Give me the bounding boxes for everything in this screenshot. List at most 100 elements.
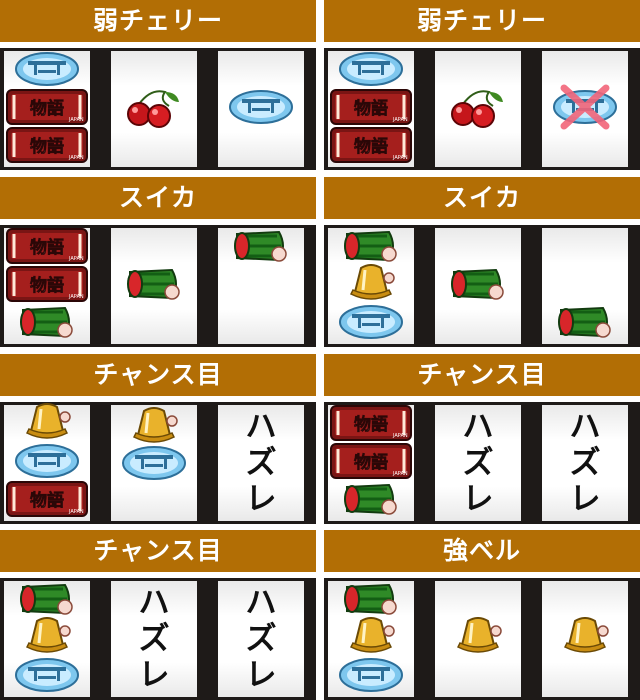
bell-icon <box>450 617 506 661</box>
reel-center <box>111 228 197 344</box>
panel-chance-1: チャンス目 物語 JAPAN ハズレ <box>0 354 316 524</box>
panel-title: チャンス目 <box>0 354 316 396</box>
taiko-icon <box>121 445 187 485</box>
watermelon-icon <box>233 226 289 270</box>
hazure-text: ハズレ <box>138 585 170 693</box>
svg-text:JAPAN: JAPAN <box>392 155 408 161</box>
watermelon-icon <box>126 264 182 308</box>
svg-text:JAPAN: JAPAN <box>392 471 408 477</box>
bell-icon <box>557 617 613 661</box>
panel-weak-cherry-2: 弱チェリー 物語 JAPAN 物語 JAPAN <box>324 0 640 170</box>
reel-center <box>111 405 197 521</box>
svg-text:物語: 物語 <box>30 136 64 157</box>
svg-text:JAPAN: JAPAN <box>392 433 408 439</box>
reel-right <box>542 228 628 344</box>
reel-center <box>111 51 197 167</box>
panel-strong-bell: 強ベル <box>324 530 640 700</box>
logo-icon: 物語 JAPAN <box>6 228 88 268</box>
reel-right: ハズレ <box>218 581 304 697</box>
logo-icon: 物語 JAPAN <box>330 405 412 445</box>
panel-chance-2: チャンス目 物語 JAPAN 物語 JAPAN ハズレ ハズレ <box>324 354 640 524</box>
hazure-text: ハズレ <box>462 409 494 517</box>
reel-right <box>218 228 304 344</box>
panel-watermelon-2: スイカ <box>324 177 640 347</box>
panel-watermelon-1: スイカ 物語 JAPAN 物語 JAPAN <box>0 177 316 347</box>
svg-text:物語: 物語 <box>354 414 388 435</box>
panel-title: 強ベル <box>324 530 640 572</box>
reel-right: ハズレ <box>542 405 628 521</box>
watermelon-icon <box>343 479 399 523</box>
taiko-icon <box>338 304 404 344</box>
svg-text:JAPAN: JAPAN <box>68 256 84 262</box>
logo-icon: 物語 JAPAN <box>330 127 412 167</box>
svg-text:JAPAN: JAPAN <box>392 117 408 123</box>
reel-center <box>435 51 521 167</box>
reel-frame <box>324 578 640 700</box>
reel-frame <box>324 225 640 347</box>
bell-icon <box>19 617 75 661</box>
cherry-icon <box>125 86 183 132</box>
svg-text:JAPAN: JAPAN <box>68 509 84 515</box>
reel-left <box>328 228 414 344</box>
svg-text:JAPAN: JAPAN <box>68 294 84 300</box>
bell-icon <box>343 264 399 308</box>
reel-frame: 物語 JAPAN 物語 JAPAN <box>324 48 640 170</box>
panel-weak-cherry-1: 弱チェリー 物語 JAPAN 物語 JAPAN <box>0 0 316 170</box>
hazure-text: ハズレ <box>245 409 277 517</box>
reel-frame: 物語 JAPAN 物語 JAPAN ハズレ ハズレ <box>324 402 640 524</box>
svg-text:物語: 物語 <box>354 136 388 157</box>
panel-title: 弱チェリー <box>324 0 640 42</box>
logo-icon: 物語 JAPAN <box>330 443 412 483</box>
svg-text:JAPAN: JAPAN <box>68 155 84 161</box>
reel-right <box>542 581 628 697</box>
taiko-icon <box>338 51 404 91</box>
panel-title: スイカ <box>324 177 640 219</box>
watermelon-icon <box>450 264 506 308</box>
reel-left: 物語 JAPAN 物語 JAPAN <box>4 51 90 167</box>
taiko-icon <box>14 443 80 483</box>
reel-right: ハズレ <box>218 405 304 521</box>
svg-text:物語: 物語 <box>30 237 64 258</box>
svg-text:物語: 物語 <box>30 275 64 296</box>
reel-left <box>328 581 414 697</box>
taiko-icon <box>338 657 404 697</box>
panel-chance-3: チャンス目 ハズレ ハズレ <box>0 530 316 700</box>
reel-right <box>542 51 628 167</box>
reel-right <box>218 51 304 167</box>
reel-frame: ハズレ ハズレ <box>0 578 316 700</box>
bell-icon <box>343 617 399 661</box>
panel-title: スイカ <box>0 177 316 219</box>
reel-center <box>435 228 521 344</box>
logo-icon: 物語 JAPAN <box>330 89 412 129</box>
logo-icon: 物語 JAPAN <box>6 127 88 167</box>
taiko-icon <box>228 89 294 129</box>
reel-left: 物語 JAPAN 物語 JAPAN <box>4 228 90 344</box>
cherry-icon <box>449 86 507 132</box>
panel-title: チャンス目 <box>324 354 640 396</box>
reel-center: ハズレ <box>435 405 521 521</box>
reel-left <box>4 581 90 697</box>
logo-icon: 物語 JAPAN <box>6 266 88 306</box>
hazure-text: ハズレ <box>245 585 277 693</box>
reel-left: 物語 JAPAN 物語 JAPAN <box>328 405 414 521</box>
reel-center: ハズレ <box>111 581 197 697</box>
reel-frame: 物語 JAPAN 物語 JAPAN <box>0 48 316 170</box>
bell-icon <box>19 403 75 447</box>
svg-text:物語: 物語 <box>354 452 388 473</box>
hazure-text: ハズレ <box>569 409 601 517</box>
watermelon-icon <box>19 302 75 346</box>
watermelon-icon <box>557 302 613 346</box>
svg-text:JAPAN: JAPAN <box>68 117 84 123</box>
taiko-icon <box>14 657 80 697</box>
svg-text:物語: 物語 <box>30 98 64 119</box>
reel-left: 物語 JAPAN 物語 JAPAN <box>328 51 414 167</box>
logo-icon: 物語 JAPAN <box>6 89 88 129</box>
svg-text:物語: 物語 <box>354 98 388 119</box>
taiko-icon <box>14 51 80 91</box>
reel-left: 物語 JAPAN <box>4 403 90 521</box>
cross-mark-icon <box>558 82 612 136</box>
reel-frame: 物語 JAPAN 物語 JAPAN <box>0 225 316 347</box>
reel-frame: 物語 JAPAN ハズレ <box>0 402 316 524</box>
logo-icon: 物語 JAPAN <box>6 481 88 521</box>
panel-title: チャンス目 <box>0 530 316 572</box>
